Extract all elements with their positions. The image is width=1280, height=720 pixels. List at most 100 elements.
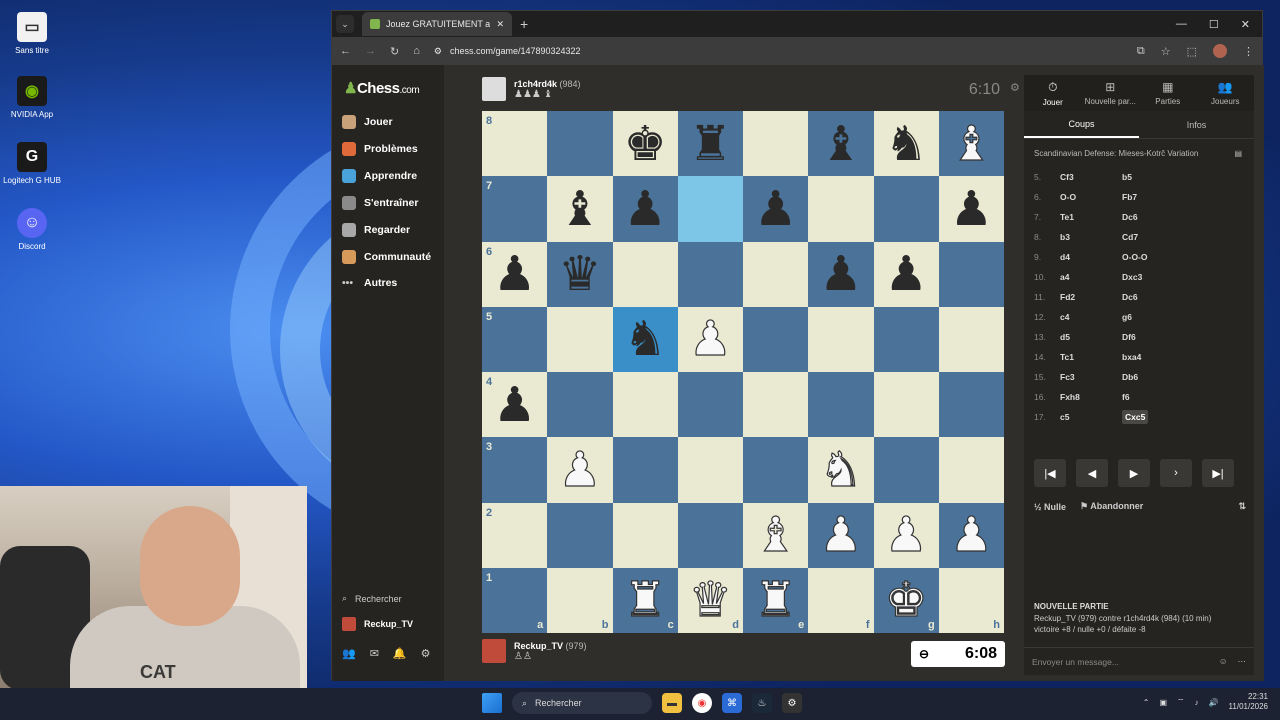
tray-chevron-icon[interactable]: ⌃: [1143, 698, 1150, 707]
black-king-piece[interactable]: ♚: [624, 120, 667, 168]
close-window-icon[interactable]: ✕: [1241, 18, 1250, 31]
friends-icon[interactable]: 👥: [342, 647, 356, 660]
board-square-f4[interactable]: [808, 372, 874, 438]
board-square-c7[interactable]: ♟: [612, 176, 678, 242]
sidebar-item-apprendre[interactable]: Apprendre: [342, 169, 417, 183]
last-move-button[interactable]: ▶|: [1202, 459, 1234, 487]
chat-more-icon[interactable]: ⋯: [1238, 656, 1247, 667]
opponent-avatar[interactable]: [482, 77, 506, 101]
black-move[interactable]: Df6: [1122, 332, 1136, 342]
back-icon[interactable]: ←: [340, 45, 351, 57]
sidebar-item-problemes[interactable]: Problèmes: [342, 142, 418, 156]
black-move[interactable]: O-O-O: [1122, 252, 1148, 262]
white-pawn-piece[interactable]: ♟: [884, 511, 928, 560]
white-move[interactable]: b3: [1060, 232, 1122, 242]
board-square-d4[interactable]: [677, 372, 743, 438]
emoji-icon[interactable]: ☺: [1219, 656, 1228, 667]
black-move[interactable]: bxa4: [1122, 352, 1141, 362]
black-move[interactable]: Dc6: [1122, 292, 1138, 302]
tab-joueurs[interactable]: 👥 Joueurs: [1197, 75, 1255, 111]
minimize-icon[interactable]: —: [1176, 18, 1187, 31]
white-knight-piece[interactable]: ♞: [819, 445, 863, 494]
board-square-a1[interactable]: 1a: [482, 567, 548, 633]
black-pawn-piece[interactable]: ♟: [624, 185, 667, 233]
board-square-c2[interactable]: [612, 502, 678, 568]
tab-nouvelle-partie[interactable]: ⊞ Nouvelle par...: [1082, 75, 1140, 111]
flip-board-icon[interactable]: ⇅: [1238, 501, 1246, 512]
white-move[interactable]: c4: [1060, 312, 1122, 322]
black-move[interactable]: Dc6: [1122, 212, 1138, 222]
black-move[interactable]: f6: [1122, 392, 1130, 402]
board-square-c6[interactable]: [612, 241, 678, 307]
file-explorer-icon[interactable]: ▬: [662, 693, 682, 713]
board-square-g4[interactable]: [873, 372, 939, 438]
desktop-icon-discord[interactable]: ☺ Discord: [0, 208, 64, 251]
opening-name[interactable]: Scandinavian Defense: Mieses-Kotrč Varia…: [1034, 149, 1198, 158]
white-pawn-piece[interactable]: ♟: [688, 315, 732, 364]
board-square-g8[interactable]: ♞: [873, 111, 939, 177]
white-move[interactable]: a4: [1060, 272, 1122, 282]
home-icon[interactable]: ⌂: [413, 45, 420, 57]
player-name[interactable]: Reckup_TV: [514, 641, 563, 651]
black-pawn-piece[interactable]: ♟: [819, 250, 862, 298]
sidebar-item-communaute[interactable]: Communauté: [342, 250, 431, 264]
steam-icon[interactable]: ♨: [752, 693, 772, 713]
black-pawn-piece[interactable]: ♟: [493, 250, 536, 298]
board-square-a6[interactable]: 6 ♟: [482, 241, 548, 307]
board-square-g2[interactable]: ♟: [873, 502, 939, 568]
black-move[interactable]: Dxc3: [1122, 272, 1142, 282]
white-king-piece[interactable]: ♚: [884, 576, 928, 625]
board-square-e1[interactable]: e ♜: [743, 567, 809, 633]
black-bishop-piece[interactable]: ♝: [819, 120, 862, 168]
black-knight-piece[interactable]: ♞: [624, 315, 667, 363]
white-pawn-piece[interactable]: ♟: [558, 445, 602, 494]
play-button[interactable]: ▶: [1118, 459, 1150, 487]
board-square-e8[interactable]: [743, 111, 809, 177]
board-square-d6[interactable]: [677, 241, 743, 307]
board-square-d3[interactable]: [677, 437, 743, 503]
black-queen-piece[interactable]: ♛: [558, 250, 601, 298]
install-app-icon[interactable]: ⧉: [1137, 45, 1145, 58]
board-square-g1[interactable]: g ♚: [873, 567, 939, 633]
white-bishop-piece[interactable]: ♝: [754, 511, 798, 560]
board-square-b1[interactable]: b: [547, 567, 613, 633]
black-move[interactable]: Cd7: [1122, 232, 1138, 242]
tab-jouer[interactable]: ⏱ Jouer: [1024, 75, 1082, 111]
board-square-e7[interactable]: ♟: [743, 176, 809, 242]
board-square-b4[interactable]: [547, 372, 613, 438]
sidebar-item-autres[interactable]: ••• Autres: [342, 277, 397, 289]
board-square-f1[interactable]: f: [808, 567, 874, 633]
white-queen-piece[interactable]: ♛: [688, 576, 732, 625]
chess-logo[interactable]: ♟Chess.com: [344, 79, 420, 97]
new-tab-button[interactable]: +: [520, 16, 528, 32]
black-move[interactable]: Fb7: [1122, 192, 1137, 202]
board-square-h7[interactable]: ♟: [938, 176, 1004, 242]
board-square-c4[interactable]: [612, 372, 678, 438]
black-pawn-piece[interactable]: ♟: [754, 185, 797, 233]
board-square-g5[interactable]: [873, 306, 939, 372]
maximize-icon[interactable]: ☐: [1209, 18, 1219, 31]
chat-input[interactable]: Envoyer un message... ☺ ⋯: [1024, 647, 1254, 675]
sidebar-item-entrainer[interactable]: S'entraîner: [342, 196, 418, 210]
board-square-h8[interactable]: ♝: [938, 111, 1004, 177]
white-rook-piece[interactable]: ♜: [754, 576, 798, 625]
chess-board[interactable]: 8 ♚ ♜ ♝ ♞ ♝ 7 ♝ ♟ ♟ ♟ 6 ♟ ♛ ♟ ♟ 5 ♞ ♟ 4 ♟ 3 ♟ ♞ 2 ♝ ♟ ♟ ♟ 1 a b c ♜ d ♛ e ♜ f g…: [482, 111, 1004, 633]
white-move[interactable]: Fd2: [1060, 292, 1122, 302]
address-bar[interactable]: ⚙ chess.com/game/147890324322: [434, 41, 1123, 61]
board-square-h4[interactable]: [938, 372, 1004, 438]
board-square-b7[interactable]: ♝: [547, 176, 613, 242]
board-square-f7[interactable]: [808, 176, 874, 242]
black-knight-piece[interactable]: ♞: [885, 120, 928, 168]
board-square-b5[interactable]: [547, 306, 613, 372]
sidebar-item-regarder[interactable]: Regarder: [342, 223, 410, 237]
black-pawn-piece[interactable]: ♟: [885, 250, 928, 298]
board-square-b6[interactable]: ♛: [547, 241, 613, 307]
board-square-d5[interactable]: ♟: [677, 306, 743, 372]
board-square-a5[interactable]: 5: [482, 306, 548, 372]
board-square-a7[interactable]: 7: [482, 176, 548, 242]
taskbar-search[interactable]: ⌕ Rechercher: [512, 692, 652, 714]
tray-app-icon[interactable]: ▣: [1159, 698, 1167, 707]
white-pawn-piece[interactable]: ♟: [819, 511, 863, 560]
desktop-icon-sans-titre[interactable]: ▭ Sans titre: [0, 12, 64, 55]
board-square-d8[interactable]: ♜: [677, 111, 743, 177]
